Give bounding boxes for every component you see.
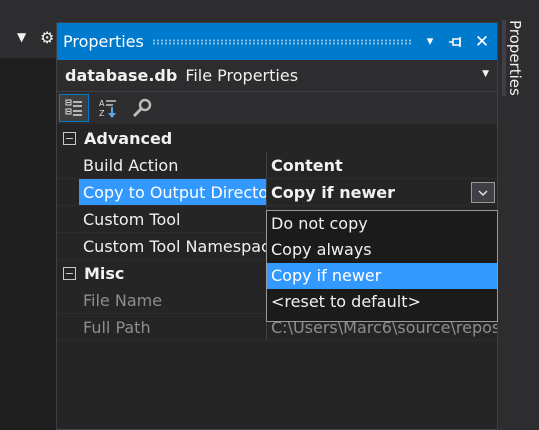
property-name: Custom Tool Namespace xyxy=(79,233,267,259)
svg-text:A: A xyxy=(99,99,105,108)
property-name: Build Action xyxy=(79,152,267,178)
titlebar-grip[interactable] xyxy=(151,38,411,45)
svg-text:Z: Z xyxy=(99,109,105,118)
object-name: database.db xyxy=(65,66,178,85)
pin-icon[interactable] xyxy=(445,31,467,53)
window-menu-icon[interactable]: ▾ xyxy=(419,31,441,53)
object-type: File Properties xyxy=(185,66,299,85)
property-value[interactable]: Content xyxy=(267,152,497,178)
side-tab-strip: Properties xyxy=(498,0,539,430)
collapse-icon[interactable] xyxy=(63,267,76,280)
category-label: Misc xyxy=(84,264,125,283)
alphabetical-icon[interactable]: A Z xyxy=(93,94,123,122)
category-label: Advanced xyxy=(84,129,173,148)
category-advanced[interactable]: Advanced xyxy=(57,125,497,152)
property-value[interactable]: Copy if newer xyxy=(267,179,497,205)
copy-option-dropdown: Do not copy Copy always Copy if newer <r… xyxy=(266,210,498,322)
property-name: Custom Tool xyxy=(79,206,267,232)
property-row[interactable]: Copy to Output Directory Copy if newer xyxy=(57,179,497,206)
dropdown-option[interactable]: Do not copy xyxy=(267,211,497,237)
categorized-icon[interactable] xyxy=(59,94,89,122)
property-name: Full Path xyxy=(79,314,267,340)
wrench-icon[interactable] xyxy=(127,94,157,122)
properties-titlebar[interactable]: Properties ▾ ✕ xyxy=(57,23,497,60)
dropdown-option[interactable]: Copy always xyxy=(267,237,497,263)
chevron-down-icon[interactable] xyxy=(471,182,495,203)
editor-background: ▼ ⚙ xyxy=(0,0,56,430)
object-selector[interactable]: database.db File Properties ▼ xyxy=(57,60,497,92)
property-name: File Name xyxy=(79,287,267,313)
gear-icon[interactable]: ⚙ xyxy=(40,28,54,47)
properties-toolbar: A Z xyxy=(57,92,497,124)
dropdown-option[interactable]: <reset to default> xyxy=(267,289,497,315)
window-title: Properties xyxy=(63,32,144,51)
property-name: Copy to Output Directory xyxy=(79,179,267,205)
side-tab-properties[interactable]: Properties xyxy=(502,20,524,96)
object-dropdown-icon[interactable]: ▼ xyxy=(482,69,489,79)
tab-dropdown-icon[interactable]: ▼ xyxy=(17,30,26,44)
close-icon[interactable]: ✕ xyxy=(471,31,493,53)
editor-area xyxy=(0,58,56,430)
dropdown-option-selected[interactable]: Copy if newer xyxy=(267,263,497,289)
collapse-icon[interactable] xyxy=(63,132,76,145)
property-row[interactable]: Build Action Content xyxy=(57,152,497,179)
